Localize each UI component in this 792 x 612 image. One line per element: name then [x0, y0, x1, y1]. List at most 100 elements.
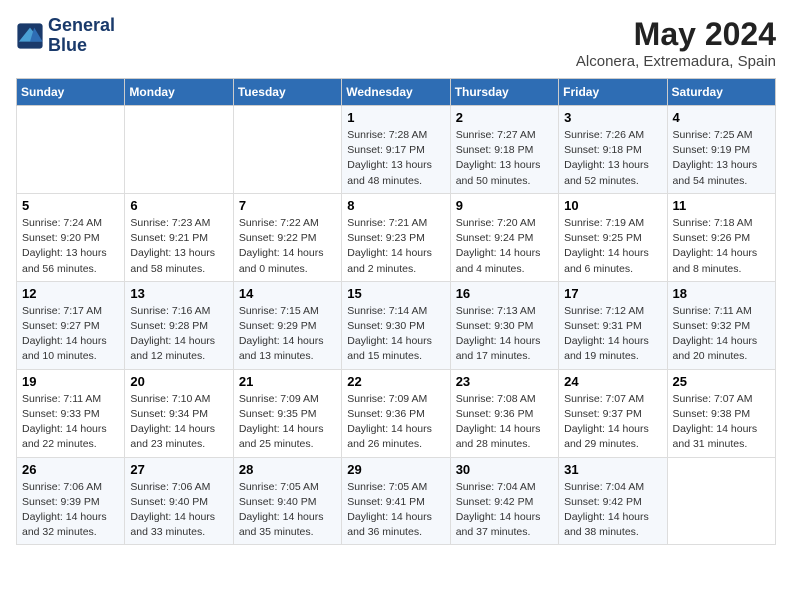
- day-number: 26: [22, 462, 119, 477]
- day-number: 14: [239, 286, 336, 301]
- day-number: 16: [456, 286, 553, 301]
- calendar-cell: 12 Sunrise: 7:17 AM Sunset: 9:27 PM Dayli…: [17, 281, 125, 369]
- calendar-cell: 8 Sunrise: 7:21 AM Sunset: 9:23 PM Daylig…: [342, 193, 450, 281]
- day-number: 21: [239, 374, 336, 389]
- calendar-cell: 26Sunrise: 7:06 AM Sunset: 9:39 PM Dayli…: [17, 457, 125, 545]
- calendar-cell: 17 Sunrise: 7:12 AM Sunset: 9:31 PM Dayli…: [559, 281, 667, 369]
- calendar-cell: 2 Sunrise: 7:27 AM Sunset: 9:18 PM Daylig…: [450, 106, 558, 194]
- day-info: Sunrise: 7:21 AM Sunset: 9:23 PM Dayligh…: [347, 216, 444, 277]
- calendar-cell: 15Sunrise: 7:14 AM Sunset: 9:30 PM Dayli…: [342, 281, 450, 369]
- header-day-wednesday: Wednesday: [342, 79, 450, 106]
- day-info: Sunrise: 7:20 AM Sunset: 9:24 PM Dayligh…: [456, 216, 553, 277]
- title-area: May 2024 Alconera, Extremadura, Spain: [576, 16, 776, 70]
- day-info: Sunrise: 7:08 AM Sunset: 9:36 PM Dayligh…: [456, 392, 553, 453]
- main-title: May 2024: [576, 16, 776, 53]
- day-number: 5: [22, 198, 119, 213]
- calendar-cell: 16 Sunrise: 7:13 AM Sunset: 9:30 PM Dayli…: [450, 281, 558, 369]
- week-row-2: 12 Sunrise: 7:17 AM Sunset: 9:27 PM Dayli…: [17, 281, 776, 369]
- day-info: Sunrise: 7:05 AM Sunset: 9:40 PM Dayligh…: [239, 480, 336, 541]
- day-info: Sunrise: 7:24 AM Sunset: 9:20 PM Dayligh…: [22, 216, 119, 277]
- day-number: 8: [347, 198, 444, 213]
- calendar-cell: 6 Sunrise: 7:23 AM Sunset: 9:21 PM Daylig…: [125, 193, 233, 281]
- day-info: Sunrise: 7:17 AM Sunset: 9:27 PM Dayligh…: [22, 304, 119, 365]
- day-info: Sunrise: 7:05 AM Sunset: 9:41 PM Dayligh…: [347, 480, 444, 541]
- calendar-cell: 14 Sunrise: 7:15 AM Sunset: 9:29 PM Dayli…: [233, 281, 341, 369]
- day-number: 4: [673, 110, 770, 125]
- logo-icon: [16, 22, 44, 50]
- day-info: Sunrise: 7:09 AM Sunset: 9:35 PM Dayligh…: [239, 392, 336, 453]
- day-number: 25: [673, 374, 770, 389]
- header-row: SundayMondayTuesdayWednesdayThursdayFrid…: [17, 79, 776, 106]
- day-info: Sunrise: 7:04 AM Sunset: 9:42 PM Dayligh…: [456, 480, 553, 541]
- day-number: 19: [22, 374, 119, 389]
- calendar-cell: [17, 106, 125, 194]
- calendar-cell: 5 Sunrise: 7:24 AM Sunset: 9:20 PM Daylig…: [17, 193, 125, 281]
- calendar-cell: 13Sunrise: 7:16 AM Sunset: 9:28 PM Dayli…: [125, 281, 233, 369]
- week-row-0: 1 Sunrise: 7:28 AM Sunset: 9:17 PM Daylig…: [17, 106, 776, 194]
- day-info: Sunrise: 7:27 AM Sunset: 9:18 PM Dayligh…: [456, 128, 553, 189]
- calendar-cell: 20Sunrise: 7:10 AM Sunset: 9:34 PM Dayli…: [125, 369, 233, 457]
- day-number: 2: [456, 110, 553, 125]
- day-info: Sunrise: 7:28 AM Sunset: 9:17 PM Dayligh…: [347, 128, 444, 189]
- calendar-cell: 24Sunrise: 7:07 AM Sunset: 9:37 PM Dayli…: [559, 369, 667, 457]
- day-number: 31: [564, 462, 661, 477]
- day-info: Sunrise: 7:11 AM Sunset: 9:32 PM Dayligh…: [673, 304, 770, 365]
- day-number: 12: [22, 286, 119, 301]
- calendar-cell: 28 Sunrise: 7:05 AM Sunset: 9:40 PM Dayli…: [233, 457, 341, 545]
- calendar-cell: 22Sunrise: 7:09 AM Sunset: 9:36 PM Dayli…: [342, 369, 450, 457]
- day-number: 23: [456, 374, 553, 389]
- calendar-cell: 18Sunrise: 7:11 AM Sunset: 9:32 PM Dayli…: [667, 281, 775, 369]
- day-number: 29: [347, 462, 444, 477]
- calendar-cell: 7 Sunrise: 7:22 AM Sunset: 9:22 PM Daylig…: [233, 193, 341, 281]
- calendar-header: SundayMondayTuesdayWednesdayThursdayFrid…: [17, 79, 776, 106]
- day-info: Sunrise: 7:16 AM Sunset: 9:28 PM Dayligh…: [130, 304, 227, 365]
- calendar-cell: 11Sunrise: 7:18 AM Sunset: 9:26 PM Dayli…: [667, 193, 775, 281]
- header-day-monday: Monday: [125, 79, 233, 106]
- day-number: 27: [130, 462, 227, 477]
- week-row-4: 26Sunrise: 7:06 AM Sunset: 9:39 PM Dayli…: [17, 457, 776, 545]
- header-day-saturday: Saturday: [667, 79, 775, 106]
- calendar-cell: 31 Sunrise: 7:04 AM Sunset: 9:42 PM Dayli…: [559, 457, 667, 545]
- day-info: Sunrise: 7:04 AM Sunset: 9:42 PM Dayligh…: [564, 480, 661, 541]
- header-day-thursday: Thursday: [450, 79, 558, 106]
- day-info: Sunrise: 7:26 AM Sunset: 9:18 PM Dayligh…: [564, 128, 661, 189]
- day-info: Sunrise: 7:22 AM Sunset: 9:22 PM Dayligh…: [239, 216, 336, 277]
- calendar-cell: [233, 106, 341, 194]
- calendar-cell: 9Sunrise: 7:20 AM Sunset: 9:24 PM Daylig…: [450, 193, 558, 281]
- calendar-cell: 25Sunrise: 7:07 AM Sunset: 9:38 PM Dayli…: [667, 369, 775, 457]
- day-info: Sunrise: 7:12 AM Sunset: 9:31 PM Dayligh…: [564, 304, 661, 365]
- subtitle: Alconera, Extremadura, Spain: [576, 53, 776, 70]
- header-day-tuesday: Tuesday: [233, 79, 341, 106]
- calendar-cell: 10Sunrise: 7:19 AM Sunset: 9:25 PM Dayli…: [559, 193, 667, 281]
- day-info: Sunrise: 7:23 AM Sunset: 9:21 PM Dayligh…: [130, 216, 227, 277]
- day-number: 6: [130, 198, 227, 213]
- calendar-cell: 27Sunrise: 7:06 AM Sunset: 9:40 PM Dayli…: [125, 457, 233, 545]
- calendar-cell: 30 Sunrise: 7:04 AM Sunset: 9:42 PM Dayli…: [450, 457, 558, 545]
- day-number: 11: [673, 198, 770, 213]
- calendar-cell: [667, 457, 775, 545]
- day-info: Sunrise: 7:14 AM Sunset: 9:30 PM Dayligh…: [347, 304, 444, 365]
- calendar-cell: 4Sunrise: 7:25 AM Sunset: 9:19 PM Daylig…: [667, 106, 775, 194]
- calendar-cell: 1 Sunrise: 7:28 AM Sunset: 9:17 PM Daylig…: [342, 106, 450, 194]
- calendar-cell: 21 Sunrise: 7:09 AM Sunset: 9:35 PM Dayli…: [233, 369, 341, 457]
- day-info: Sunrise: 7:13 AM Sunset: 9:30 PM Dayligh…: [456, 304, 553, 365]
- day-number: 17: [564, 286, 661, 301]
- day-info: Sunrise: 7:07 AM Sunset: 9:37 PM Dayligh…: [564, 392, 661, 453]
- calendar-cell: 23 Sunrise: 7:08 AM Sunset: 9:36 PM Dayli…: [450, 369, 558, 457]
- day-info: Sunrise: 7:15 AM Sunset: 9:29 PM Dayligh…: [239, 304, 336, 365]
- day-number: 28: [239, 462, 336, 477]
- day-number: 1: [347, 110, 444, 125]
- day-number: 30: [456, 462, 553, 477]
- day-info: Sunrise: 7:11 AM Sunset: 9:33 PM Dayligh…: [22, 392, 119, 453]
- day-number: 22: [347, 374, 444, 389]
- day-number: 3: [564, 110, 661, 125]
- calendar-cell: 19 Sunrise: 7:11 AM Sunset: 9:33 PM Dayli…: [17, 369, 125, 457]
- logo-line2: Blue: [48, 36, 115, 56]
- day-number: 7: [239, 198, 336, 213]
- day-info: Sunrise: 7:10 AM Sunset: 9:34 PM Dayligh…: [130, 392, 227, 453]
- day-info: Sunrise: 7:19 AM Sunset: 9:25 PM Dayligh…: [564, 216, 661, 277]
- header-day-sunday: Sunday: [17, 79, 125, 106]
- week-row-3: 19 Sunrise: 7:11 AM Sunset: 9:33 PM Dayli…: [17, 369, 776, 457]
- logo: General Blue: [16, 16, 115, 56]
- calendar-table: SundayMondayTuesdayWednesdayThursdayFrid…: [16, 78, 776, 545]
